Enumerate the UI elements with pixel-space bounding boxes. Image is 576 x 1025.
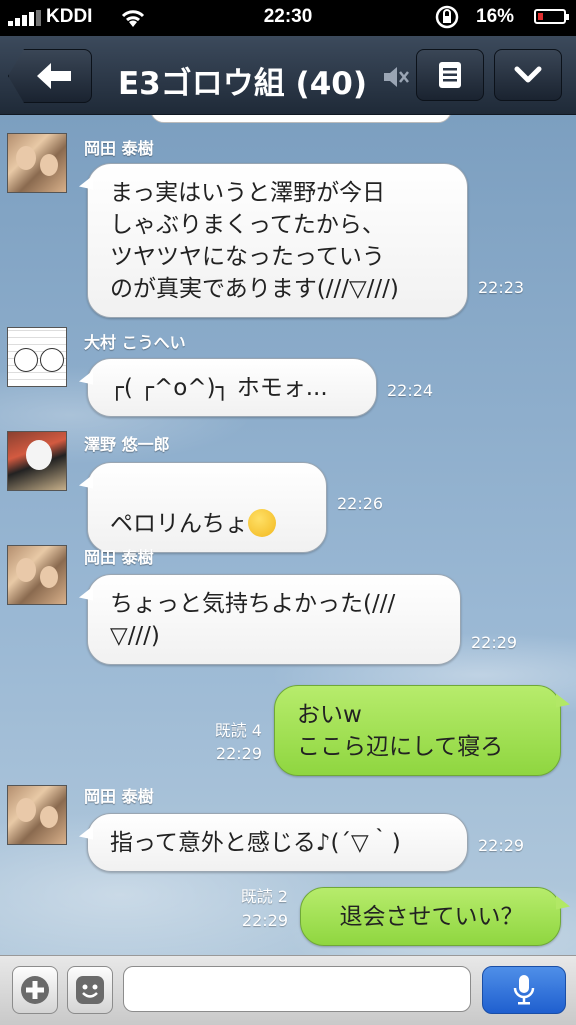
message-bubble[interactable]: ペロリんちょ xyxy=(87,462,327,553)
message-time: 22:23 xyxy=(478,278,525,297)
sticker-icon xyxy=(76,976,104,1004)
chat-title: E3ゴロウ組 (40) xyxy=(118,66,368,102)
message-time: 22:29 xyxy=(241,911,288,930)
back-button[interactable] xyxy=(8,49,92,103)
smiling-face-emoji-icon xyxy=(248,509,276,537)
message-input-bar xyxy=(0,955,576,1025)
sender-name: 岡田 泰樹 xyxy=(84,548,154,567)
avatar[interactable] xyxy=(7,327,67,387)
sender-name: 大村 こうへい xyxy=(84,333,186,352)
avatar[interactable] xyxy=(7,545,67,605)
mute-icon xyxy=(382,64,410,94)
battery-icon xyxy=(534,9,569,24)
message-bubble[interactable]: まっ実はいうと澤野が今日 しゃぶりまくってたから、 ツヤツヤになったっていう の… xyxy=(87,163,468,318)
chevron-down-icon xyxy=(514,66,542,83)
avatar[interactable] xyxy=(7,431,67,491)
message-bubble[interactable]: 指って意外と感じる♪(´▽｀) xyxy=(87,813,468,872)
dropdown-button[interactable] xyxy=(494,49,562,101)
sender-name: 澤野 悠一郎 xyxy=(84,435,170,454)
message-input[interactable] xyxy=(123,966,471,1012)
read-receipt: 既読 4 xyxy=(214,721,262,740)
message-bubble[interactable]: ┌( ┌^o^)┐ ホモォ... xyxy=(87,358,377,417)
message-time: 22:29 xyxy=(471,633,518,652)
message-bubble[interactable]: ちょっと気持ちよかった(/// ▽///) xyxy=(87,574,461,665)
microphone-icon xyxy=(513,975,535,1005)
status-bar: KDDI 22:30 16% xyxy=(0,0,576,36)
battery-percentage: 16% xyxy=(476,6,515,27)
rotation-lock-icon xyxy=(434,4,460,36)
avatar[interactable] xyxy=(7,133,67,193)
sticker-button[interactable] xyxy=(67,966,113,1014)
message-text: ペロリんちょ xyxy=(110,511,248,537)
read-receipt: 既読 2 xyxy=(240,887,288,906)
message-time: 22:24 xyxy=(387,381,434,400)
attach-button[interactable] xyxy=(12,966,58,1014)
sender-name: 岡田 泰樹 xyxy=(84,139,154,158)
message-time: 22:26 xyxy=(337,494,384,513)
message-time: 22:29 xyxy=(478,836,525,855)
menu-button[interactable] xyxy=(416,49,484,101)
message-bubble[interactable]: 退会させていい？ xyxy=(300,887,561,946)
message-bubble[interactable]: おいw ここら辺にして寝ろ xyxy=(274,685,561,776)
menu-icon xyxy=(439,62,461,88)
voice-message-button[interactable] xyxy=(482,966,566,1014)
chat-message-list[interactable]: 岡田 泰樹 まっ実はいうと澤野が今日 しゃぶりまくってたから、 ツヤツヤになった… xyxy=(0,115,576,955)
sender-name: 岡田 泰樹 xyxy=(84,787,154,806)
chat-header: E3ゴロウ組 (40) xyxy=(0,36,576,115)
message-time: 22:29 xyxy=(215,744,262,763)
back-arrow-icon xyxy=(37,63,71,89)
avatar[interactable] xyxy=(7,785,67,845)
plus-icon xyxy=(21,976,49,1004)
previous-message-bubble xyxy=(150,115,452,123)
